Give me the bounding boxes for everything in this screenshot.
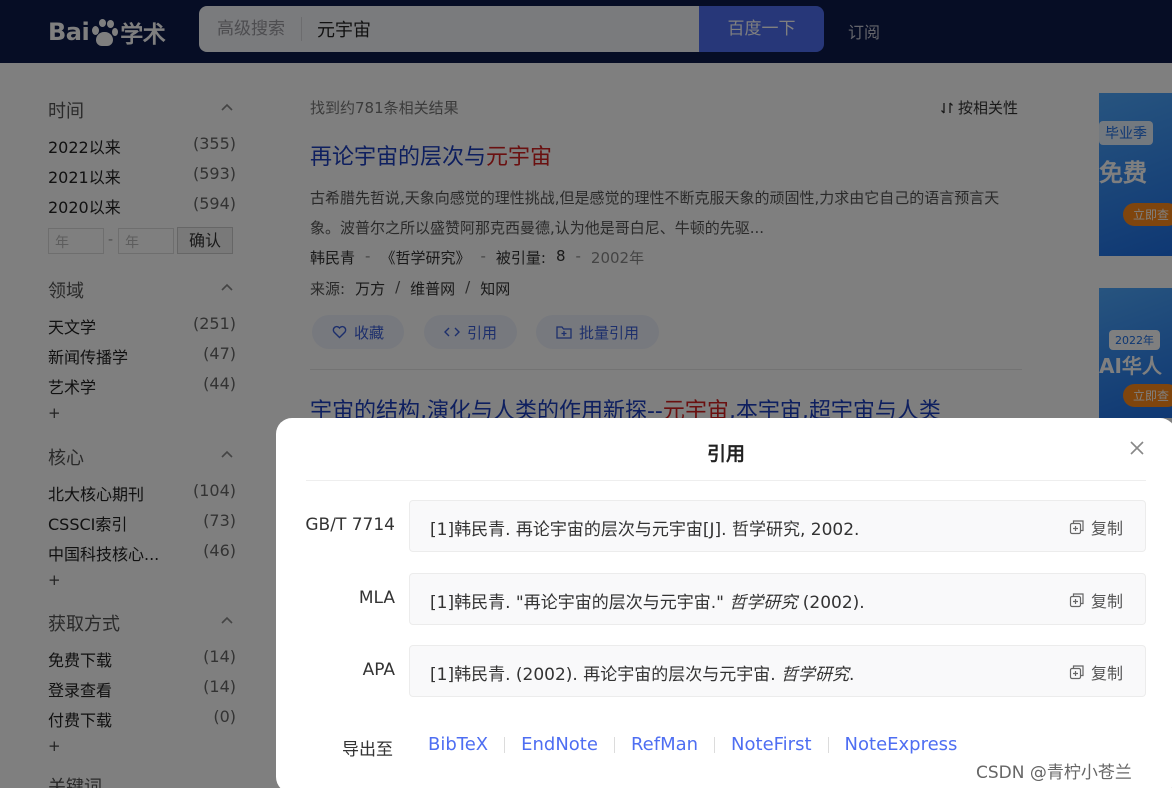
citation-tail: .: [849, 665, 855, 685]
copy-button[interactable]: 复制: [1069, 588, 1123, 612]
citation-main: [1]韩民青. (2002). 再论宇宙的层次与元宇宙.: [430, 665, 782, 685]
link-divider: [504, 736, 506, 753]
dialog-divider: [306, 480, 1146, 481]
close-icon[interactable]: [1128, 439, 1146, 457]
link-divider: [827, 736, 829, 753]
format-label-mla: MLA: [358, 588, 395, 608]
format-label-apa: APA: [362, 660, 395, 680]
csdn-watermark: CSDN @青柠小苍兰: [976, 763, 1132, 783]
copy-button[interactable]: 复制: [1069, 515, 1123, 539]
citation-text: [1]韩民青. 再论宇宙的层次与元宇宙[J]. 哲学研究, 2002.: [430, 515, 859, 540]
copy-label: 复制: [1090, 519, 1123, 538]
copy-label: 复制: [1090, 664, 1123, 683]
citation-box-gbt[interactable]: [1]韩民青. 再论宇宙的层次与元宇宙[J]. 哲学研究, 2002. 复制: [409, 500, 1146, 552]
citation-journal: 哲学研究: [781, 665, 850, 685]
cite-dialog: 引用 GB/T 7714 [1]韩民青. 再论宇宙的层次与元宇宙[J]. 哲学研…: [276, 418, 1172, 788]
copy-label: 复制: [1090, 592, 1123, 611]
copy-icon: [1069, 665, 1084, 680]
export-bibtex-link[interactable]: BibTeX: [428, 734, 488, 755]
link-divider: [613, 736, 615, 753]
citation-box-mla[interactable]: [1]韩民青. "再论宇宙的层次与元宇宙." 哲学研究 (2002). 复制: [409, 573, 1146, 625]
citation-text: [1]韩民青. "再论宇宙的层次与元宇宙." 哲学研究 (2002).: [430, 588, 865, 613]
format-label-gbt: GB/T 7714: [305, 515, 395, 535]
citation-box-apa[interactable]: [1]韩民青. (2002). 再论宇宙的层次与元宇宙. 哲学研究. 复制: [409, 645, 1146, 697]
citation-tail: (2002).: [797, 593, 865, 613]
citation-main: [1]韩民青. "再论宇宙的层次与元宇宙.": [430, 593, 730, 613]
citation-text: [1]韩民青. (2002). 再论宇宙的层次与元宇宙. 哲学研究.: [430, 660, 854, 685]
link-divider: [714, 736, 716, 753]
copy-icon: [1069, 593, 1084, 608]
copy-button[interactable]: 复制: [1069, 660, 1123, 684]
export-label: 导出至: [342, 740, 393, 760]
export-refman-link[interactable]: RefMan: [631, 734, 698, 755]
export-noteexpress-link[interactable]: NoteExpress: [845, 734, 958, 755]
citation-main: [1]韩民青. 再论宇宙的层次与元宇宙[J]. 哲学研究, 2002.: [430, 520, 860, 540]
copy-icon: [1069, 520, 1084, 535]
dialog-title: 引用: [706, 443, 745, 465]
export-notefirst-link[interactable]: NoteFirst: [731, 734, 812, 755]
export-links: BibTeX EndNote RefMan NoteFirst NoteExpr…: [428, 734, 957, 755]
export-endnote-link[interactable]: EndNote: [521, 734, 598, 755]
citation-journal: 哲学研究: [729, 593, 798, 613]
